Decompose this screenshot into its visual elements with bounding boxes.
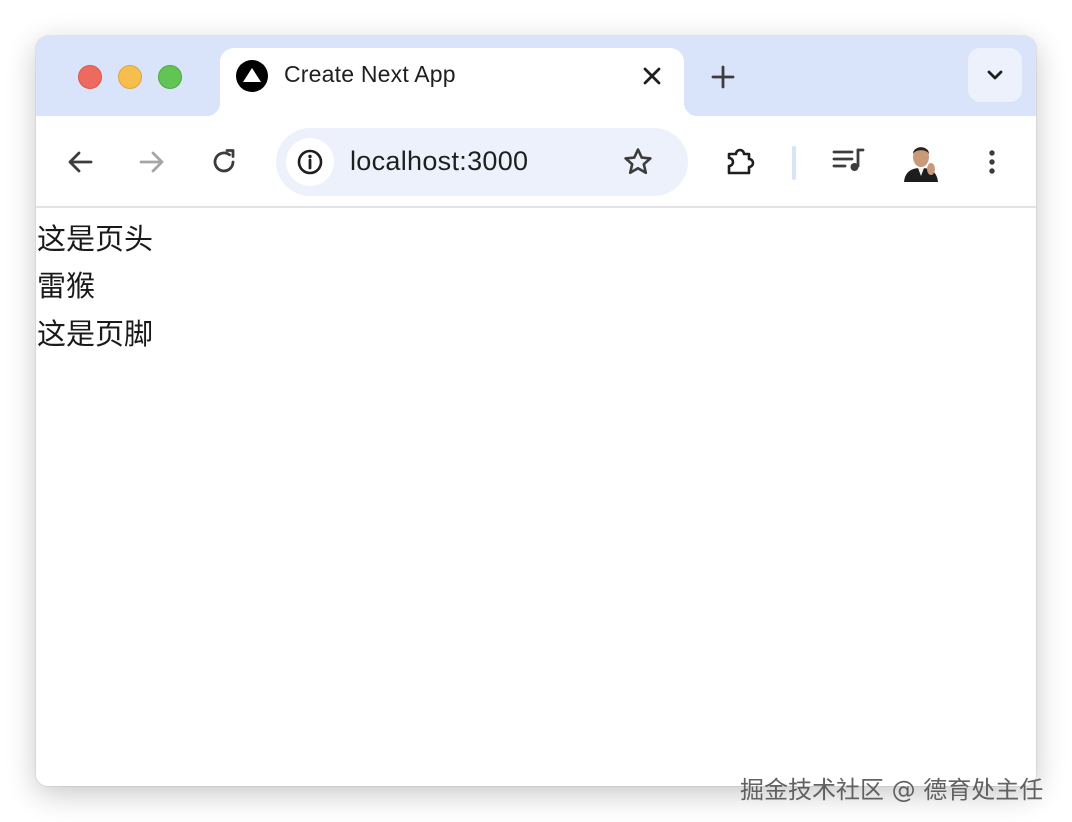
forward-icon[interactable] [136,146,168,178]
tab-search-button[interactable] [968,48,1022,102]
url-text[interactable]: localhost:3000 [350,146,528,177]
page-body: 雷猴 [37,269,96,303]
address-bar[interactable]: localhost:3000 [276,128,688,196]
site-info-icon[interactable] [286,138,334,186]
browser-window: Create Next App localhost:3000 这是页头 雷猴 这… [36,36,1036,786]
page-header: 这是页头 [37,222,154,256]
close-window-button[interactable] [78,65,102,89]
extensions-puzzle-icon[interactable] [724,144,758,178]
toolbar-divider [792,146,796,180]
page-footer: 这是页脚 [37,317,154,351]
page-content: 这是页头 雷猴 这是页脚 [36,208,1036,786]
close-tab-icon[interactable] [640,64,664,88]
bookmark-star-icon[interactable] [622,146,654,178]
media-control-icon[interactable] [832,146,866,176]
active-tab[interactable]: Create Next App [206,48,698,116]
watermark: 掘金技术社区 @ 德育处主任 [740,776,1044,804]
back-icon[interactable] [64,146,96,178]
avatar[interactable] [902,142,940,182]
minimize-window-button[interactable] [118,65,142,89]
maximize-window-button[interactable] [158,65,182,89]
menu-icon[interactable] [976,146,1008,178]
tab-title: Create Next App [284,61,456,87]
reload-icon[interactable] [208,146,240,178]
chevron-down-icon [987,70,1003,80]
new-tab-button[interactable] [708,62,738,92]
toolbar: localhost:3000 [36,116,1036,208]
tab-strip: Create Next App [36,36,1036,116]
nextjs-favicon-icon [236,60,268,92]
